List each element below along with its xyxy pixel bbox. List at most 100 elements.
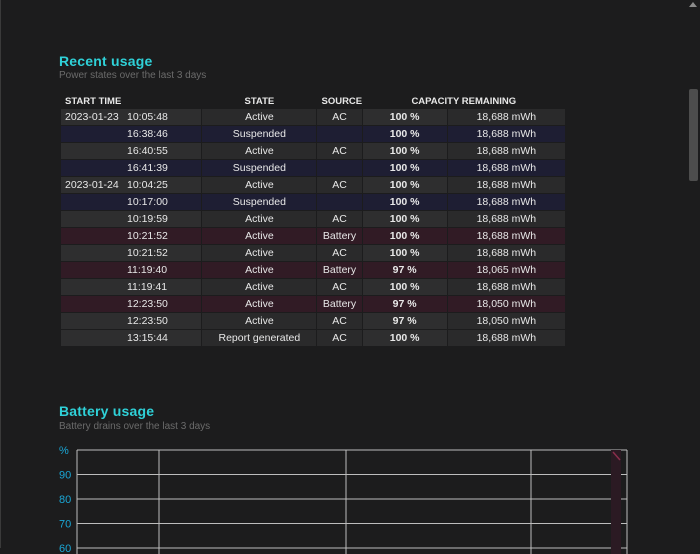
table-row: 11:19:41 Active AC 100 % 18,688 mWh (61, 279, 565, 295)
table-row: 13:15:44 Report generated AC 100 % 18,688 mW… (61, 330, 565, 346)
start-time-cell: 16:40:55 (61, 143, 202, 159)
state-cell: Active (202, 245, 317, 261)
capacity-mwh-cell: 18,688 mWh (447, 143, 565, 159)
state-cell: Active (202, 313, 317, 329)
start-time-cell: 10:19:59 (61, 211, 202, 227)
start-time-cell: 11:19:41 (61, 279, 202, 295)
column-header-capacity-remaining: CAPACITY REMAINING (411, 95, 517, 107)
state-cell: Active (202, 143, 317, 159)
capacity-mwh-cell: 18,065 mWh (447, 262, 565, 278)
capacity-mwh-cell: 18,688 mWh (447, 194, 565, 210)
capacity-percent-cell: 100 % (362, 143, 447, 159)
table-row: 12:23:50 Active Battery 97 % 18,050 mWh (61, 296, 565, 312)
battery-usage-chart: % 90 80 70 60 (59, 444, 639, 554)
time-text: 10:05:48 (127, 111, 168, 123)
start-time-cell: 2023-01-24 10:04:25 (61, 177, 202, 193)
time-text: 10:21:52 (127, 247, 168, 259)
time-text: 10:19:59 (127, 213, 168, 225)
capacity-mwh-cell: 18,050 mWh (447, 313, 565, 329)
capacity-mwh-cell: 18,688 mWh (447, 177, 565, 193)
table-row: 2023-01-24 10:04:25 Active AC 100 % 18,688 mW… (61, 177, 565, 193)
source-cell (317, 194, 362, 210)
start-time-cell: 2023-01-23 10:05:48 (61, 109, 202, 125)
state-cell: Active (202, 109, 317, 125)
column-header-state: STATE (244, 95, 275, 107)
source-cell: AC (317, 211, 362, 227)
y-tick-label: 60 (59, 543, 71, 554)
source-cell (317, 126, 362, 142)
time-text: 11:19:40 (127, 264, 168, 276)
y-tick-label: 70 (59, 519, 71, 531)
y-tick-label: 90 (59, 470, 71, 482)
y-tick-label: 80 (59, 494, 71, 506)
capacity-percent-cell: 100 % (362, 194, 447, 210)
battery-usage-subtitle: Battery drains over the last 3 days (59, 421, 211, 432)
state-cell: Active (202, 262, 317, 278)
start-time-cell: 10:21:52 (61, 228, 202, 244)
date-text: 2023-01-24 (65, 179, 119, 191)
time-text: 16:41:39 (127, 162, 168, 174)
capacity-percent-cell: 97 % (362, 296, 447, 312)
state-cell: Suspended (202, 194, 317, 210)
start-time-cell: 11:19:40 (61, 262, 202, 278)
source-cell (317, 160, 362, 176)
capacity-percent-cell: 97 % (362, 262, 447, 278)
recent-usage-rows: 2023-01-23 10:05:48 Active AC 100 % 18,688 mW… (61, 109, 565, 346)
time-text: 12:23:50 (127, 315, 168, 327)
time-text: 10:17:00 (127, 196, 168, 208)
scroll-up-arrow-icon[interactable] (689, 2, 697, 7)
table-row: 11:19:40 Active Battery 97 % 18,065 mWh (61, 262, 565, 278)
column-header-start-time: START TIME (65, 95, 122, 107)
capacity-percent-cell: 97 % (362, 313, 447, 329)
state-cell: Suspended (202, 126, 317, 142)
state-cell: Active (202, 228, 317, 244)
capacity-mwh-cell: 18,688 mWh (447, 245, 565, 261)
source-cell: Battery (317, 296, 362, 312)
table-header-row: START TIME STATE SOURCE CAPACITY REMAINI… (61, 94, 565, 108)
window-left-edge (0, 0, 1, 548)
time-text: 10:21:52 (127, 230, 168, 242)
start-time-cell: 10:21:52 (61, 245, 202, 261)
time-text: 11:19:41 (127, 281, 168, 293)
table-row: 12:23:50 Active AC 97 % 18,050 mWh (61, 313, 565, 329)
capacity-mwh-cell: 18,688 mWh (447, 126, 565, 142)
capacity-percent-cell: 100 % (362, 126, 447, 142)
source-cell: AC (317, 313, 362, 329)
source-cell: AC (317, 109, 362, 125)
state-cell: Report generated (202, 330, 317, 346)
table-row: 16:40:55 Active AC 100 % 18,688 mWh (61, 143, 565, 159)
vertical-scrollbar[interactable] (687, 0, 700, 548)
start-time-cell: 13:15:44 (61, 330, 202, 346)
scrollbar-thumb[interactable] (689, 89, 698, 181)
capacity-percent-cell: 100 % (362, 109, 447, 125)
table-row: 16:38:46 Suspended 100 % 18,688 mWh (61, 126, 565, 142)
capacity-percent-cell: 100 % (362, 330, 447, 346)
date-text: 2023-01-23 (65, 111, 119, 123)
source-cell: Battery (317, 228, 362, 244)
capacity-percent-cell: 100 % (362, 245, 447, 261)
time-text: 12:23:50 (127, 298, 168, 310)
capacity-mwh-cell: 18,688 mWh (447, 160, 565, 176)
table-row: 2023-01-23 10:05:48 Active AC 100 % 18,688 mW… (61, 109, 565, 125)
capacity-mwh-cell: 18,688 mWh (447, 330, 565, 346)
capacity-percent-cell: 100 % (362, 177, 447, 193)
source-cell: AC (317, 177, 362, 193)
start-time-cell: 12:23:50 (61, 313, 202, 329)
start-time-cell: 10:17:00 (61, 194, 202, 210)
capacity-percent-cell: 100 % (362, 228, 447, 244)
state-cell: Active (202, 279, 317, 295)
source-cell: Battery (317, 262, 362, 278)
capacity-mwh-cell: 18,050 mWh (447, 296, 565, 312)
state-cell: Suspended (202, 160, 317, 176)
recent-usage-subtitle: Power states over the last 3 days (59, 70, 207, 81)
y-axis-unit-label: % (59, 445, 69, 457)
table-row: 10:21:52 Active Battery 100 % 18,688 mWh (61, 228, 565, 244)
state-cell: Active (202, 211, 317, 227)
table-row: 10:17:00 Suspended 100 % 18,688 mWh (61, 194, 565, 210)
capacity-mwh-cell: 18,688 mWh (447, 109, 565, 125)
time-text: 13:15:44 (127, 332, 168, 344)
source-cell: AC (317, 330, 362, 346)
battery-usage-heading: Battery usage (59, 403, 155, 419)
capacity-percent-cell: 100 % (362, 211, 447, 227)
table-row: 10:19:59 Active AC 100 % 18,688 mWh (61, 211, 565, 227)
